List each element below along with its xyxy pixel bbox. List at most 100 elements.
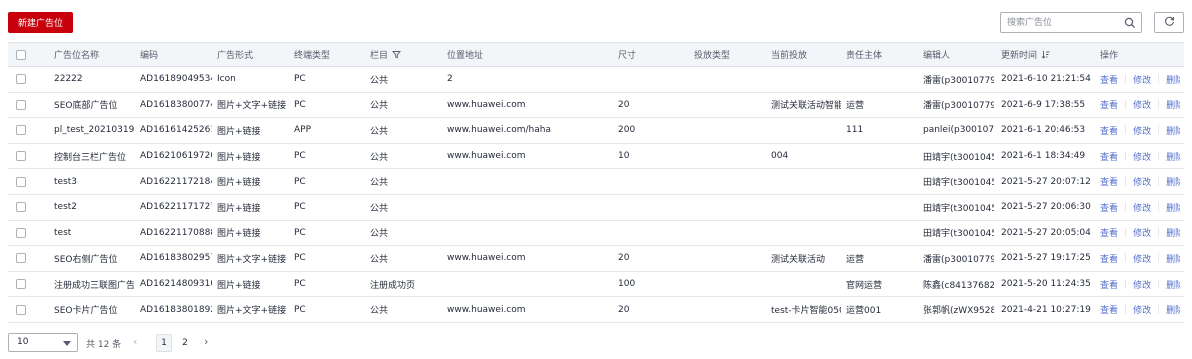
delete-link[interactable]: 删除 [1166, 201, 1180, 214]
action-divider: | [1124, 151, 1128, 162]
edit-link[interactable]: 修改 [1133, 201, 1151, 214]
row-checkbox[interactable] [16, 202, 26, 213]
cell-code: AD161838029579 [140, 253, 212, 264]
row-checkbox[interactable] [16, 151, 26, 162]
cell-editor: panlei(p3001077 [923, 125, 994, 136]
cell-address [447, 272, 612, 297]
chevron-right-icon[interactable]: › [204, 335, 208, 348]
cell-current-delivery [771, 118, 841, 143]
delete-link[interactable]: 删除 [1166, 98, 1180, 111]
view-link[interactable]: 查看 [1100, 252, 1118, 265]
page-size-select[interactable]: 10 [8, 333, 78, 352]
cell-channel: 公共 [370, 101, 389, 112]
row-checkbox[interactable] [16, 176, 26, 187]
edit-link[interactable]: 修改 [1133, 278, 1151, 291]
row-actions: 查看 | 修改 | 删除 [1100, 195, 1180, 220]
cell-address: 2 [447, 74, 453, 85]
cell-delivery-type [694, 297, 764, 322]
action-divider: | [1157, 279, 1161, 290]
cell-update-time: 2021-4-21 10:27:19 [1001, 304, 1091, 315]
column-header-delivery-type: 投放类型 [694, 51, 731, 61]
filter-icon[interactable] [392, 50, 401, 59]
view-link[interactable]: 查看 [1100, 303, 1118, 316]
cell-address [447, 169, 612, 194]
edit-link[interactable]: 修改 [1133, 175, 1151, 188]
view-link[interactable]: 查看 [1100, 150, 1118, 163]
view-link[interactable]: 查看 [1100, 98, 1118, 111]
edit-link[interactable]: 修改 [1133, 150, 1151, 163]
cell-code: AD162211721840 [140, 176, 212, 187]
search-icon[interactable] [1124, 17, 1136, 29]
delete-link[interactable]: 删除 [1166, 124, 1180, 137]
cell-code: AD162211717275 [140, 202, 212, 213]
action-divider: | [1124, 304, 1128, 315]
sort-icon[interactable] [1041, 50, 1050, 59]
edit-link[interactable]: 修改 [1133, 73, 1151, 86]
cell-update-time: 2021-6-1 20:46:53 [1001, 125, 1086, 136]
cell-current-delivery: 测试关联活动智能 [771, 101, 841, 112]
view-link[interactable]: 查看 [1100, 278, 1118, 291]
edit-link[interactable]: 修改 [1133, 252, 1151, 265]
select-all-checkbox[interactable] [16, 49, 26, 60]
cell-delivery-type [694, 272, 764, 297]
delete-link[interactable]: 删除 [1166, 303, 1180, 316]
row-checkbox[interactable] [16, 99, 26, 110]
cell-current-delivery [771, 169, 841, 194]
action-divider: | [1157, 74, 1161, 85]
delete-link[interactable]: 删除 [1166, 175, 1180, 188]
page-1-button[interactable]: 1 [156, 334, 172, 352]
view-link[interactable]: 查看 [1100, 175, 1118, 188]
view-link[interactable]: 查看 [1100, 73, 1118, 86]
column-header-format: 广告形式 [217, 51, 254, 61]
table-row: 控制台三栏广告位 AD162106197200 图片+链接 PC 公共 www.huawe… [8, 144, 1184, 170]
cell-name: test2 [54, 202, 78, 213]
table-row: SEO右侧广告位 AD161838029579 图片+文字+链接 PC 公共 www.hu… [8, 246, 1184, 272]
row-checkbox[interactable] [16, 279, 26, 290]
cell-current-delivery [771, 67, 841, 92]
cell-format: 图片+链接 [217, 152, 261, 163]
new-ad-slot-button[interactable]: 新建广告位 [8, 12, 73, 33]
column-header-address: 位置地址 [447, 51, 484, 61]
chevron-left-icon[interactable]: ‹ [133, 335, 137, 348]
edit-link[interactable]: 修改 [1133, 303, 1151, 316]
cell-address: www.huawei.com [447, 151, 526, 162]
table-row: pl_test_20210319 AD161614252619 图片+链接 APP 公共… [8, 118, 1184, 144]
edit-link[interactable]: 修改 [1133, 124, 1151, 137]
cell-current-delivery: 测试关联活动 [771, 254, 826, 265]
cell-address: www.huawei.com [447, 304, 526, 315]
delete-link[interactable]: 删除 [1166, 73, 1180, 86]
delete-link[interactable]: 删除 [1166, 150, 1180, 163]
delete-link[interactable]: 删除 [1166, 226, 1180, 239]
row-checkbox[interactable] [16, 227, 26, 238]
cell-editor: 潘雷(p30010779) [923, 101, 994, 112]
action-divider: | [1157, 202, 1161, 213]
cell-editor: 张郭帆(zWX9528 [923, 306, 994, 317]
action-divider: | [1157, 151, 1161, 162]
edit-link[interactable]: 修改 [1133, 226, 1151, 239]
row-checkbox[interactable] [16, 253, 26, 264]
cell-owner [846, 169, 918, 194]
refresh-button[interactable] [1154, 12, 1184, 33]
view-link[interactable]: 查看 [1100, 124, 1118, 137]
cell-delivery-type [694, 246, 764, 271]
cell-editor: 田靖宇(t3001045 [923, 178, 994, 189]
search-box[interactable] [1000, 12, 1142, 33]
cell-size [618, 221, 688, 246]
cell-update-time: 2021-6-9 17:38:55 [1001, 99, 1086, 110]
view-link[interactable]: 查看 [1100, 201, 1118, 214]
delete-link[interactable]: 删除 [1166, 252, 1180, 265]
delete-link[interactable]: 删除 [1166, 278, 1180, 291]
caret-down-icon [63, 341, 71, 346]
cell-owner: 运营001 [846, 306, 882, 317]
search-input[interactable] [1007, 16, 1117, 30]
row-checkbox[interactable] [16, 74, 26, 85]
edit-link[interactable]: 修改 [1133, 98, 1151, 111]
action-divider: | [1124, 99, 1128, 110]
view-link[interactable]: 查看 [1100, 226, 1118, 239]
cell-name: SEO底部广告位 [54, 101, 118, 112]
row-actions: 查看 | 修改 | 删除 [1100, 67, 1180, 92]
row-checkbox[interactable] [16, 125, 26, 136]
total-count: 共 12 条 [86, 340, 122, 350]
row-checkbox[interactable] [16, 304, 26, 315]
page-2-button[interactable]: 2 [177, 334, 193, 352]
